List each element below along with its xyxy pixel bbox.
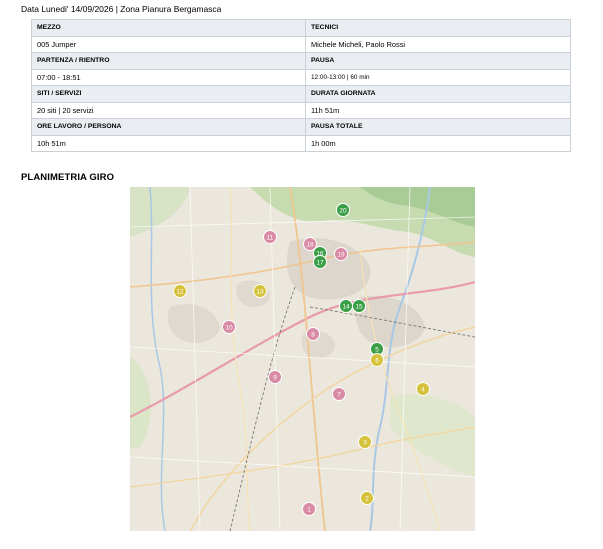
map-marker-label: 7 xyxy=(337,391,341,398)
label-mezzo: MEZZO xyxy=(31,19,306,37)
label-pausa-totale: PAUSA TOTALE xyxy=(305,118,571,136)
info-value-row: 20 siti | 20 servizi 11h 51m xyxy=(31,101,571,119)
map-marker[interactable]: 17 xyxy=(313,255,327,269)
map-marker-label: 9 xyxy=(273,374,277,381)
map-marker[interactable]: 12 xyxy=(173,284,187,298)
map-marker[interactable]: 2 xyxy=(360,491,374,505)
map-marker-label: 8 xyxy=(311,331,315,338)
info-table: MEZZO TECNICI 005 Jumper Michele Micheli… xyxy=(31,19,571,152)
label-siti-servizi: SITI / SERVIZI xyxy=(31,85,306,103)
info-value-row: 10h 51m 1h 00m xyxy=(31,134,571,152)
map-marker-label: 17 xyxy=(316,259,324,266)
map-marker[interactable]: 11 xyxy=(263,230,277,244)
map-marker-label: 5 xyxy=(375,346,379,353)
value-tecnici: Michele Micheli, Paolo Rossi xyxy=(305,35,571,53)
route-map[interactable]: 1 2 3 4 5 6 7 8 9 10 11 12 13 14 15 16 17 18 19 20 xyxy=(130,187,475,531)
header-info: Data Lunedi' 14/09/2026 | Zona Pianura B… xyxy=(21,4,222,14)
map-marker-label: 15 xyxy=(355,303,363,310)
info-label-row: ORE LAVORO / PERSONA PAUSA TOTALE xyxy=(31,118,571,136)
value-siti-servizi: 20 siti | 20 servizi xyxy=(31,101,306,119)
label-partenza-rientro: PARTENZA / RIENTRO xyxy=(31,52,306,70)
map-marker-label: 20 xyxy=(339,207,347,214)
info-label-row: SITI / SERVIZI DURATA GIORNATA xyxy=(31,85,571,103)
map-marker-label: 12 xyxy=(176,288,184,295)
map-canvas: 123456789101112 1314 151617181920 xyxy=(130,187,475,531)
map-marker[interactable]: 14 xyxy=(339,299,353,313)
map-marker-label: 11 xyxy=(267,234,274,241)
map-marker-label: 14 xyxy=(342,303,350,310)
map-marker-label: 2 xyxy=(365,495,369,502)
value-partenza-rientro: 07:00 - 18:51 xyxy=(31,68,306,86)
label-ore-lavoro: ORE LAVORO / PERSONA xyxy=(31,118,306,136)
map-marker-label: 1 xyxy=(307,506,311,513)
map-marker[interactable]: 20 xyxy=(336,203,350,217)
map-section-title: PLANIMETRIA GIRO xyxy=(21,172,115,183)
map-marker-label: 18 xyxy=(306,241,314,248)
map-marker[interactable]: 1 xyxy=(302,502,316,516)
map-marker-label: 4 xyxy=(421,386,425,393)
label-tecnici: TECNICI xyxy=(305,19,571,37)
map-marker[interactable]: 4 xyxy=(416,382,430,396)
map-marker-label: 13 xyxy=(256,288,264,295)
label-durata-giornata: DURATA GIORNATA xyxy=(305,85,571,103)
value-ore-lavoro: 10h 51m xyxy=(31,134,306,152)
info-label-row: MEZZO TECNICI xyxy=(31,19,571,37)
info-value-row: 07:00 - 18:51 12:00-13:00 | 60 min xyxy=(31,68,571,86)
map-marker[interactable]: 7 xyxy=(332,387,346,401)
map-marker[interactable]: 15 xyxy=(352,299,366,313)
value-pausa: 12:00-13:00 | 60 min xyxy=(305,68,571,86)
map-marker-label: 19 xyxy=(337,251,345,258)
info-value-row: 005 Jumper Michele Micheli, Paolo Rossi xyxy=(31,35,571,53)
value-pausa-totale: 1h 00m xyxy=(305,134,571,152)
map-marker-label: 10 xyxy=(225,324,233,331)
map-marker-label: 3 xyxy=(363,439,367,446)
map-marker[interactable]: 8 xyxy=(306,327,320,341)
map-marker[interactable]: 10 xyxy=(222,320,236,334)
value-durata-giornata: 11h 51m xyxy=(305,101,571,119)
info-label-row: PARTENZA / RIENTRO PAUSA xyxy=(31,52,571,70)
map-marker[interactable]: 18 xyxy=(303,237,317,251)
label-pausa: PAUSA xyxy=(305,52,571,70)
map-marker-label: 6 xyxy=(375,357,379,364)
map-marker[interactable]: 13 xyxy=(253,284,267,298)
map-marker[interactable]: 19 xyxy=(334,247,348,261)
value-mezzo: 005 Jumper xyxy=(31,35,306,53)
map-marker[interactable]: 9 xyxy=(268,370,282,384)
map-marker[interactable]: 6 xyxy=(370,353,384,367)
map-marker[interactable]: 3 xyxy=(358,435,372,449)
